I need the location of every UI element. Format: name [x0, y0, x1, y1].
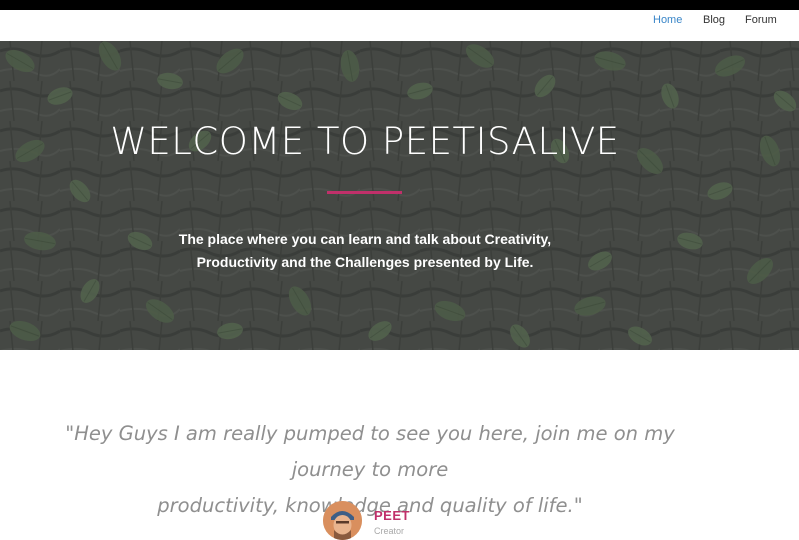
hero-banner: WELCOME TO PEETISALIVE The place where y…	[0, 41, 799, 350]
nav-blog-link[interactable]: Blog	[703, 14, 725, 26]
hero-background-leaves	[0, 41, 799, 350]
hero-subtitle: The place where you can learn and talk a…	[150, 228, 580, 274]
browser-top-bar	[0, 0, 799, 10]
hero-subtitle-line-1: The place where you can learn and talk a…	[178, 231, 552, 247]
quote-line-2: productivity, knowledge and quality of l…	[157, 494, 583, 517]
nav-forum-link[interactable]: Forum	[745, 14, 777, 26]
author-role: Creator	[374, 526, 405, 536]
main-nav: Home Blog Forum	[0, 10, 799, 42]
nav-home-link[interactable]: Home	[653, 14, 682, 26]
person-avatar-icon	[323, 501, 362, 540]
quote-line-1: "Hey Guys I am really pumped to see you …	[65, 422, 675, 481]
testimonial-quote: "Hey Guys I am really pumped to see you …	[30, 416, 710, 524]
hero-accent-divider	[327, 191, 402, 194]
hero-title: WELCOME TO PEETISALIVE	[110, 120, 620, 163]
hero-subtitle-line-2: Productivity and the Challenges presente…	[196, 254, 534, 270]
author-name: PEET	[374, 508, 410, 523]
